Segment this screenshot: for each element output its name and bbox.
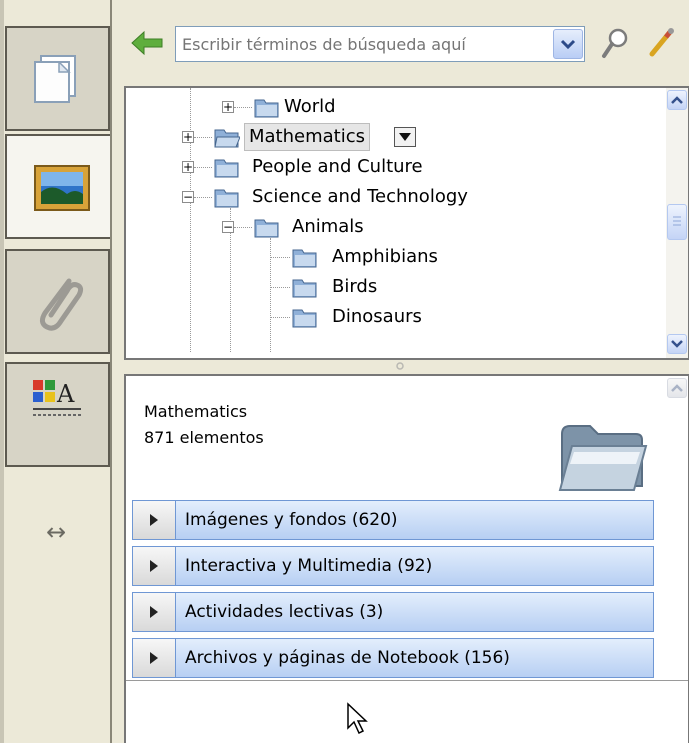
category-label: Interactiva y Multimedia (92) (185, 556, 433, 576)
page-sorter-icon (34, 55, 76, 103)
tree-node-label: World (284, 96, 336, 117)
tree-guide (270, 257, 290, 259)
svg-text:A: A (56, 380, 75, 408)
tree-node-label: Science and Technology (252, 186, 468, 207)
double-arrow-icon[interactable]: ↔ (36, 518, 76, 546)
triangle-right-icon (150, 652, 158, 664)
chevron-down-icon (560, 39, 576, 50)
scroll-up-button[interactable] (667, 90, 687, 110)
chevron-down-icon (671, 340, 683, 348)
tree-guide (194, 197, 212, 199)
pane-splitter[interactable] (112, 360, 689, 372)
folder-icon (214, 189, 239, 208)
expand-arrow[interactable] (133, 547, 176, 585)
sidebar-edge (0, 0, 4, 743)
tree-guide (234, 227, 252, 229)
tab-properties[interactable]: A (5, 362, 110, 467)
splitter-grip-icon (396, 362, 404, 370)
tree-guide (270, 287, 290, 289)
expand-toggle[interactable]: + (182, 161, 194, 173)
green-left-arrow-icon[interactable] (130, 30, 164, 56)
tree-node-label: People and Culture (252, 156, 423, 177)
properties-icon: A (33, 380, 81, 416)
triangle-right-icon (150, 560, 158, 572)
tree-guide (234, 107, 252, 109)
chevron-up-icon (671, 96, 683, 104)
node-menu-button[interactable] (394, 127, 416, 147)
category-label: Archivos y páginas de Notebook (156) (185, 648, 510, 668)
expand-arrow[interactable] (133, 501, 176, 539)
sidebar: A ↔ (0, 0, 113, 743)
triangle-right-icon (150, 514, 158, 526)
folder-icon (292, 249, 317, 268)
scroll-up-button[interactable] (667, 378, 687, 398)
expand-arrow[interactable] (133, 593, 176, 631)
expand-toggle[interactable]: + (182, 131, 194, 143)
collapse-toggle[interactable]: − (222, 221, 234, 233)
open-folder-icon (214, 129, 240, 148)
tree-scrollbar[interactable] (666, 88, 688, 358)
category-row-notebook-files[interactable]: Archivos y páginas de Notebook (156) (132, 638, 654, 678)
details-title: Mathematics (144, 402, 248, 421)
tree-node-label: Dinosaurs (332, 306, 422, 327)
details-pane: Mathematics 871 elementos Imágenes y fon… (124, 374, 689, 743)
divider (126, 680, 688, 681)
triangle-down-icon (399, 133, 411, 141)
pencil-icon[interactable] (644, 26, 678, 60)
tree-node-label: Animals (292, 216, 364, 237)
chevron-up-icon (671, 384, 683, 392)
category-row-images[interactable]: Imágenes y fondos (620) (132, 500, 654, 540)
tree-node-label: Birds (332, 276, 378, 297)
tree-guide (270, 238, 272, 352)
folder-icon (254, 219, 279, 238)
tab-attachments[interactable] (5, 249, 110, 354)
details-count: 871 elementos (144, 428, 264, 447)
grip-icon (673, 216, 681, 226)
tree-guide (194, 137, 212, 139)
tree-guide (194, 167, 212, 169)
tab-gallery[interactable] (5, 134, 113, 239)
category-label: Actividades lectivas (3) (185, 602, 384, 622)
scroll-down-button[interactable] (667, 334, 687, 354)
search-dropdown-button[interactable] (553, 29, 583, 59)
mouse-cursor-icon (347, 702, 368, 735)
tree-node-label: Amphibians (332, 246, 438, 267)
paperclip-icon (39, 278, 84, 331)
folder-icon (292, 279, 317, 298)
category-tree: + World + Mathematics + People and Cultu… (124, 86, 689, 360)
search-input[interactable] (176, 27, 554, 61)
expand-toggle[interactable]: + (222, 101, 234, 113)
gallery-picture-icon (34, 165, 90, 211)
collapse-toggle[interactable]: − (182, 191, 194, 203)
tree-node-label: Mathematics (244, 123, 370, 151)
category-label: Imágenes y fondos (620) (185, 510, 398, 530)
search-combo[interactable] (175, 26, 585, 62)
large-folder-icon (558, 425, 648, 491)
details-scrollbar[interactable] (666, 376, 688, 488)
folder-icon (214, 159, 239, 178)
folder-icon (292, 309, 317, 328)
category-row-activities[interactable]: Actividades lectivas (3) (132, 592, 654, 632)
folder-icon (254, 99, 279, 118)
expand-arrow[interactable] (133, 639, 176, 677)
magnifier-icon[interactable] (598, 26, 632, 60)
tree-guide (270, 317, 290, 319)
scroll-thumb[interactable] (667, 204, 687, 240)
category-row-interactive[interactable]: Interactiva y Multimedia (92) (132, 546, 654, 586)
tree-guide (190, 88, 192, 352)
triangle-right-icon (150, 606, 158, 618)
tab-page-sorter[interactable] (5, 26, 110, 131)
